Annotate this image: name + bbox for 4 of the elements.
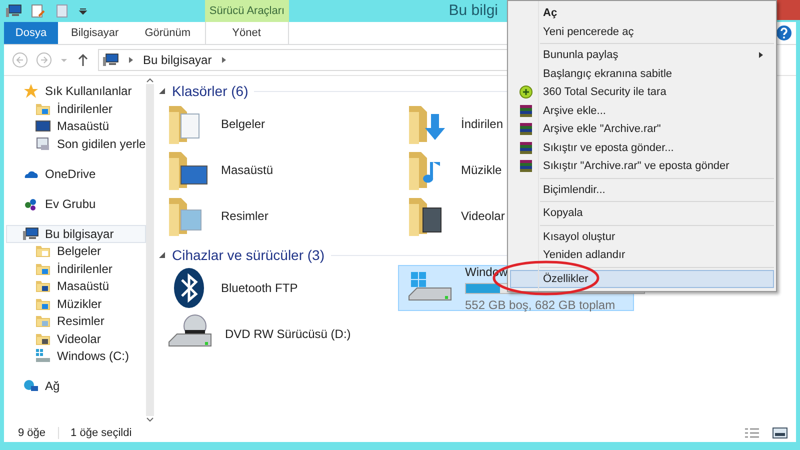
- item-count: 9 öğe: [18, 426, 46, 441]
- selection-count: 1 öğe seçildi: [70, 426, 132, 441]
- context-tab-header: Sürücü Araçları: [205, 0, 289, 22]
- window-title: Bu bilgi: [448, 0, 498, 21]
